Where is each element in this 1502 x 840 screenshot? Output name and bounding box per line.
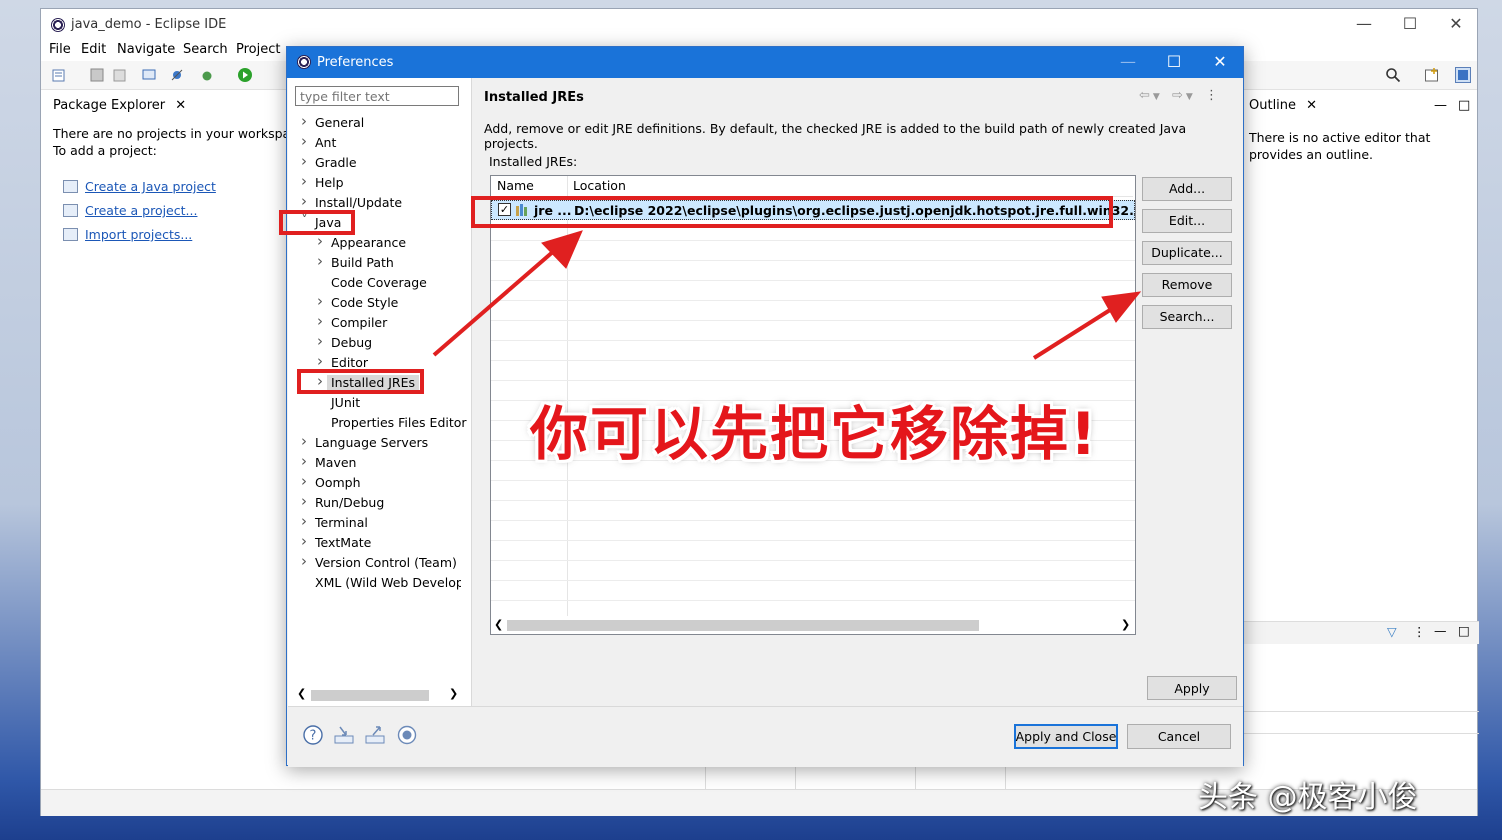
arrow-to-jre-row (432, 248, 557, 357)
arrow-head (1101, 291, 1142, 323)
arrow-to-remove (1032, 308, 1112, 360)
arrow-head (541, 230, 583, 269)
annotation-caption: 你可以先把它移除掉! (530, 400, 1099, 468)
watermark: 头条 @极客小俊 (1198, 780, 1418, 815)
